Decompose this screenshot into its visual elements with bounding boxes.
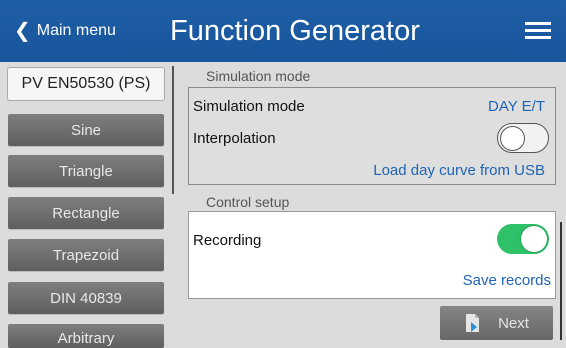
interpolation-toggle[interactable] — [497, 123, 549, 153]
save-records-link[interactable]: Save records — [463, 272, 551, 289]
toggle-knob — [521, 226, 547, 252]
page-title: Function Generator — [170, 14, 420, 47]
chevron-left-icon: ❮ — [14, 20, 31, 42]
back-to-main-menu-button[interactable]: ❮ Main menu — [14, 0, 116, 62]
main-scroll-indicator — [560, 222, 562, 340]
recording-toggle[interactable] — [497, 224, 549, 254]
back-button-label: Main menu — [36, 22, 116, 39]
toggle-knob — [500, 125, 525, 151]
next-button[interactable]: Next — [440, 306, 553, 340]
sidebar-scroll-divider — [172, 66, 174, 194]
simulation-mode-value[interactable]: DAY E/T — [488, 98, 545, 115]
load-day-curve-link[interactable]: Load day curve from USB — [373, 162, 545, 179]
sidebar-item-rectangle[interactable]: Rectangle — [8, 197, 164, 229]
sidebar-item-triangle[interactable]: Triangle — [8, 155, 164, 187]
sidebar-item-arbitrary[interactable]: Arbitrary — [8, 324, 164, 348]
sidebar-item-sine[interactable]: Sine — [8, 114, 164, 146]
control-section-label: Control setup — [206, 194, 290, 210]
interpolation-label: Interpolation — [193, 130, 276, 147]
document-next-icon — [466, 314, 480, 332]
simulation-panel: Simulation mode DAY E/T Interpolation Lo… — [188, 87, 556, 185]
sidebar-item-trapezoid[interactable]: Trapezoid — [8, 239, 164, 271]
sidebar-item-pv-en50530[interactable]: PV EN50530 (PS) — [8, 68, 164, 100]
control-panel: Recording Save records — [188, 211, 556, 299]
simulation-section-label: Simulation mode — [206, 68, 311, 84]
hamburger-menu-icon[interactable] — [525, 22, 551, 40]
header-bar: ❮ Main menu Function Generator — [0, 0, 566, 62]
function-sidebar: PV EN50530 (PS) Sine Triangle Rectangle … — [0, 62, 175, 348]
next-button-label: Next — [498, 314, 529, 332]
sidebar-item-din-40839[interactable]: DIN 40839 — [8, 282, 164, 314]
recording-label: Recording — [193, 232, 262, 249]
simulation-mode-label: Simulation mode — [193, 98, 305, 115]
